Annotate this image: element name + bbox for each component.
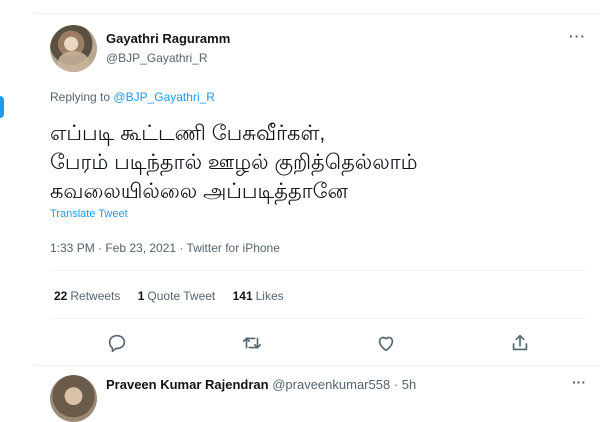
divider: [50, 270, 586, 271]
reply-author-name[interactable]: Praveen Kumar Rajendran: [106, 377, 269, 392]
like-button[interactable]: [375, 332, 397, 354]
top-divider: [34, 13, 600, 14]
reply-author-avatar[interactable]: [50, 375, 97, 422]
divider: [50, 318, 586, 319]
engagement-stats: 22 Retweets 1 Quote Tweet 141 Likes: [54, 289, 298, 303]
sidebar-edge-indicator: [0, 96, 4, 118]
reply-author-handle[interactable]: @praveenkumar558 · 5h: [272, 377, 416, 392]
replying-to-prefix: Replying to: [50, 90, 111, 104]
tweet-text: எப்படி கூட்டணி பேசுவீர்கள், பேரம் படிந்த…: [50, 119, 570, 206]
tweet-text-line: எப்படி கூட்டணி பேசுவீர்கள்,: [50, 122, 326, 145]
heart-icon: [378, 336, 394, 352]
retweet-icon: [242, 337, 262, 349]
more-options-icon[interactable]: ···: [569, 28, 586, 44]
replying-to-handle-link[interactable]: @BJP_Gayathri_R: [113, 90, 215, 104]
reply-header: Praveen Kumar Rajendran @praveenkumar558…: [106, 377, 416, 392]
likes-stat[interactable]: 141 Likes: [233, 289, 284, 303]
likes-count: 141: [232, 289, 253, 303]
retweets-stat[interactable]: 22 Retweets: [54, 289, 120, 303]
likes-label: Likes: [255, 289, 284, 303]
author-name[interactable]: Gayathri Raguramm: [106, 31, 230, 46]
replying-to: Replying to @BJP_Gayathri_R: [50, 90, 215, 104]
retweet-button[interactable]: [241, 332, 263, 354]
reply-button[interactable]: [106, 332, 128, 354]
retweets-label: Retweets: [70, 289, 121, 303]
tweet-text-line: பேரம் படிந்தால் ஊழல் குறித்தெல்லாம்: [50, 151, 418, 174]
quotes-label: Quote Tweet: [147, 289, 216, 303]
tweet-text-line: கவலையில்லை அப்படித்தானே: [50, 180, 348, 203]
retweets-count: 22: [54, 289, 68, 303]
reply-icon: [108, 334, 126, 353]
tweet-timestamp[interactable]: 1:33 PM · Feb 23, 2021 · Twitter for iPh…: [50, 241, 280, 255]
quotes-count: 1: [137, 289, 145, 303]
translate-tweet-link[interactable]: Translate Tweet: [50, 208, 128, 220]
quote-tweets-stat[interactable]: 1 Quote Tweet: [138, 289, 216, 303]
author-avatar[interactable]: [50, 25, 97, 72]
divider: [34, 365, 600, 366]
author-handle[interactable]: @BJP_Gayathri_R: [106, 51, 208, 65]
share-button[interactable]: [509, 332, 531, 354]
previous-tweet-cutoff: · · · · · · · · · ·: [50, 0, 126, 6]
share-icon: [512, 334, 528, 351]
